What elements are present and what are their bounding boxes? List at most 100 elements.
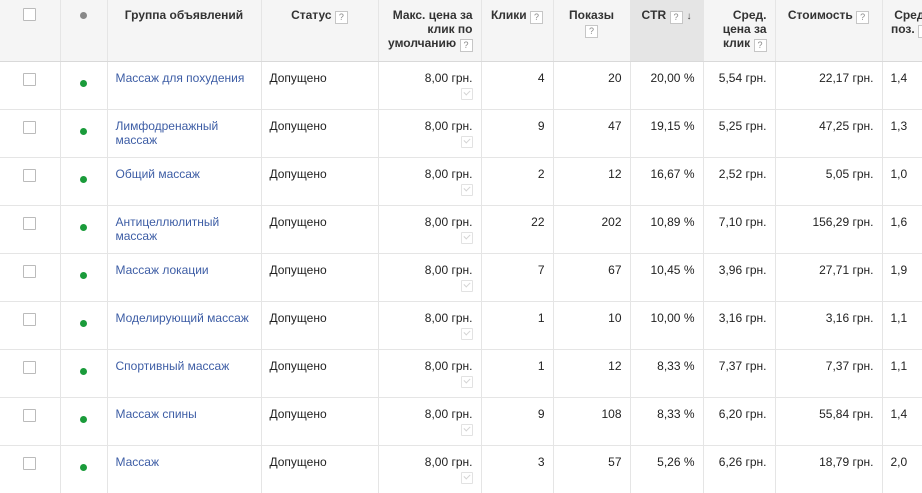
edit-icon[interactable] <box>460 471 473 484</box>
enabled-status-dot-icon[interactable] <box>80 79 87 87</box>
edit-icon[interactable] <box>460 327 473 340</box>
column-header-cost[interactable]: Стоимость ? <box>775 0 883 62</box>
column-header-clicks[interactable]: Клики ? <box>481 0 554 62</box>
avg-cpc-cell: 6,26 грн. <box>703 445 776 493</box>
help-icon[interactable]: ? <box>459 39 473 52</box>
avg-position-value: 1,1 <box>890 310 908 325</box>
max-cpc-value: 8,00 грн. <box>424 358 473 373</box>
max-cpc-cell[interactable]: 8,00 грн. <box>378 253 482 302</box>
column-header-ad-group[interactable]: Группа объявлений <box>107 0 262 62</box>
row-checkbox[interactable] <box>23 456 37 470</box>
max-cpc-cell[interactable]: 8,00 грн. <box>378 205 482 254</box>
ad-group-link[interactable]: Массаж спины <box>116 407 197 421</box>
ctr-cell: 8,33 % <box>630 397 704 446</box>
column-header-impressions[interactable]: Показы ? <box>553 0 631 62</box>
ad-group-link[interactable]: Массаж <box>116 455 160 469</box>
row-select-cell <box>0 301 61 350</box>
avg-position-cell: 1,9 <box>882 253 922 302</box>
ad-group-link[interactable]: Лимфодренажный массаж <box>116 119 219 147</box>
enabled-status-dot-icon[interactable] <box>80 127 87 135</box>
avg-cpc-value: 2,52 грн. <box>718 166 767 181</box>
avg-position-value: 1,6 <box>890 214 908 229</box>
max-cpc-cell[interactable]: 8,00 грн. <box>378 157 482 206</box>
ad-group-link[interactable]: Антицеллюлитный массаж <box>116 215 220 243</box>
impressions-value: 10 <box>608 310 622 325</box>
row-select-cell <box>0 445 61 493</box>
enabled-status-dot-icon[interactable] <box>80 367 87 375</box>
table-row: Лимфодренажный массаж Допущено 8,00 грн.… <box>0 109 922 158</box>
max-cpc-cell[interactable]: 8,00 грн. <box>378 301 482 350</box>
row-checkbox[interactable] <box>23 216 37 230</box>
column-header-status[interactable]: Статус ? <box>261 0 379 62</box>
row-checkbox[interactable] <box>23 264 37 278</box>
ad-group-link[interactable]: Общий массаж <box>116 167 200 181</box>
edit-icon[interactable] <box>460 183 473 196</box>
edit-icon[interactable] <box>460 423 473 436</box>
cost-cell: 156,29 грн. <box>775 205 883 254</box>
row-checkbox[interactable] <box>23 72 37 86</box>
impressions-cell: 12 <box>553 349 631 398</box>
avg-cpc-value: 5,54 грн. <box>718 70 767 85</box>
status-cell: Допущено <box>261 61 379 110</box>
row-checkbox[interactable] <box>23 168 37 182</box>
column-header-avg-cpc[interactable]: Сред. цена за клик ? <box>703 0 776 62</box>
enabled-status-dot-icon[interactable] <box>80 463 87 471</box>
clicks-cell: 22 <box>481 205 554 254</box>
help-icon[interactable]: ? <box>753 39 767 52</box>
enabled-status-dot-icon[interactable] <box>80 175 87 183</box>
enabled-status-dot-icon[interactable] <box>80 223 87 231</box>
column-header-max-cpc[interactable]: Макс. цена за клик по умолчанию ? <box>378 0 482 62</box>
edit-icon[interactable] <box>460 87 473 100</box>
ad-group-link[interactable]: Спортивный массаж <box>116 359 230 373</box>
max-cpc-cell[interactable]: 8,00 грн. <box>378 445 482 493</box>
max-cpc-value: 8,00 грн. <box>424 70 473 85</box>
row-checkbox[interactable] <box>23 312 37 326</box>
cost-cell: 47,25 грн. <box>775 109 883 158</box>
edit-icon[interactable] <box>460 231 473 244</box>
row-select-cell <box>0 205 61 254</box>
cost-value: 18,79 грн. <box>819 454 874 469</box>
ad-group-link[interactable]: Массаж локации <box>116 263 209 277</box>
row-checkbox[interactable] <box>23 408 37 422</box>
avg-position-cell: 1,4 <box>882 61 922 110</box>
enabled-status-dot-icon[interactable] <box>80 271 87 279</box>
avg-cpc-cell: 7,10 грн. <box>703 205 776 254</box>
ad-group-link[interactable]: Массаж для похудения <box>116 71 245 85</box>
avg-position-cell: 1,6 <box>882 205 922 254</box>
enabled-status-dot-icon[interactable] <box>80 415 87 423</box>
status-text: Допущено <box>269 118 327 133</box>
help-icon[interactable]: ? <box>918 25 922 38</box>
help-icon[interactable]: ? <box>669 11 683 24</box>
max-cpc-cell[interactable]: 8,00 грн. <box>378 109 482 158</box>
status-text: Допущено <box>269 406 327 421</box>
status-text: Допущено <box>269 454 327 469</box>
enabled-status-dot-icon[interactable] <box>80 319 87 327</box>
sort-descending-icon: ↓ <box>686 11 692 22</box>
avg-position-value: 1,9 <box>890 262 908 277</box>
row-select-cell <box>0 253 61 302</box>
status-filter-icon[interactable] <box>80 12 87 19</box>
clicks-value: 22 <box>531 214 545 229</box>
select-all-checkbox[interactable] <box>23 8 37 21</box>
help-icon[interactable]: ? <box>856 11 870 24</box>
row-checkbox[interactable] <box>23 360 37 374</box>
column-header-avg-position[interactable]: Сред. поз. ? <box>882 0 922 62</box>
ad-group-link[interactable]: Моделирующий массаж <box>116 311 249 325</box>
edit-icon[interactable] <box>460 279 473 292</box>
help-icon[interactable]: ? <box>585 25 598 38</box>
max-cpc-cell[interactable]: 8,00 грн. <box>378 349 482 398</box>
avg-position-value: 1,0 <box>890 166 908 181</box>
help-icon[interactable]: ? <box>530 11 544 24</box>
row-checkbox[interactable] <box>23 120 37 134</box>
ctr-value: 10,89 % <box>650 214 695 229</box>
cost-cell: 55,84 грн. <box>775 397 883 446</box>
ctr-value: 20,00 % <box>650 70 695 85</box>
ctr-cell: 10,45 % <box>630 253 704 302</box>
max-cpc-cell[interactable]: 8,00 грн. <box>378 61 482 110</box>
help-icon[interactable]: ? <box>334 11 348 24</box>
table-row: Общий массаж Допущено 8,00 грн. 2 12 16,… <box>0 157 922 206</box>
column-header-ctr[interactable]: CTR ? ↓ <box>630 0 704 62</box>
edit-icon[interactable] <box>460 135 473 148</box>
edit-icon[interactable] <box>460 375 473 388</box>
max-cpc-cell[interactable]: 8,00 грн. <box>378 397 482 446</box>
